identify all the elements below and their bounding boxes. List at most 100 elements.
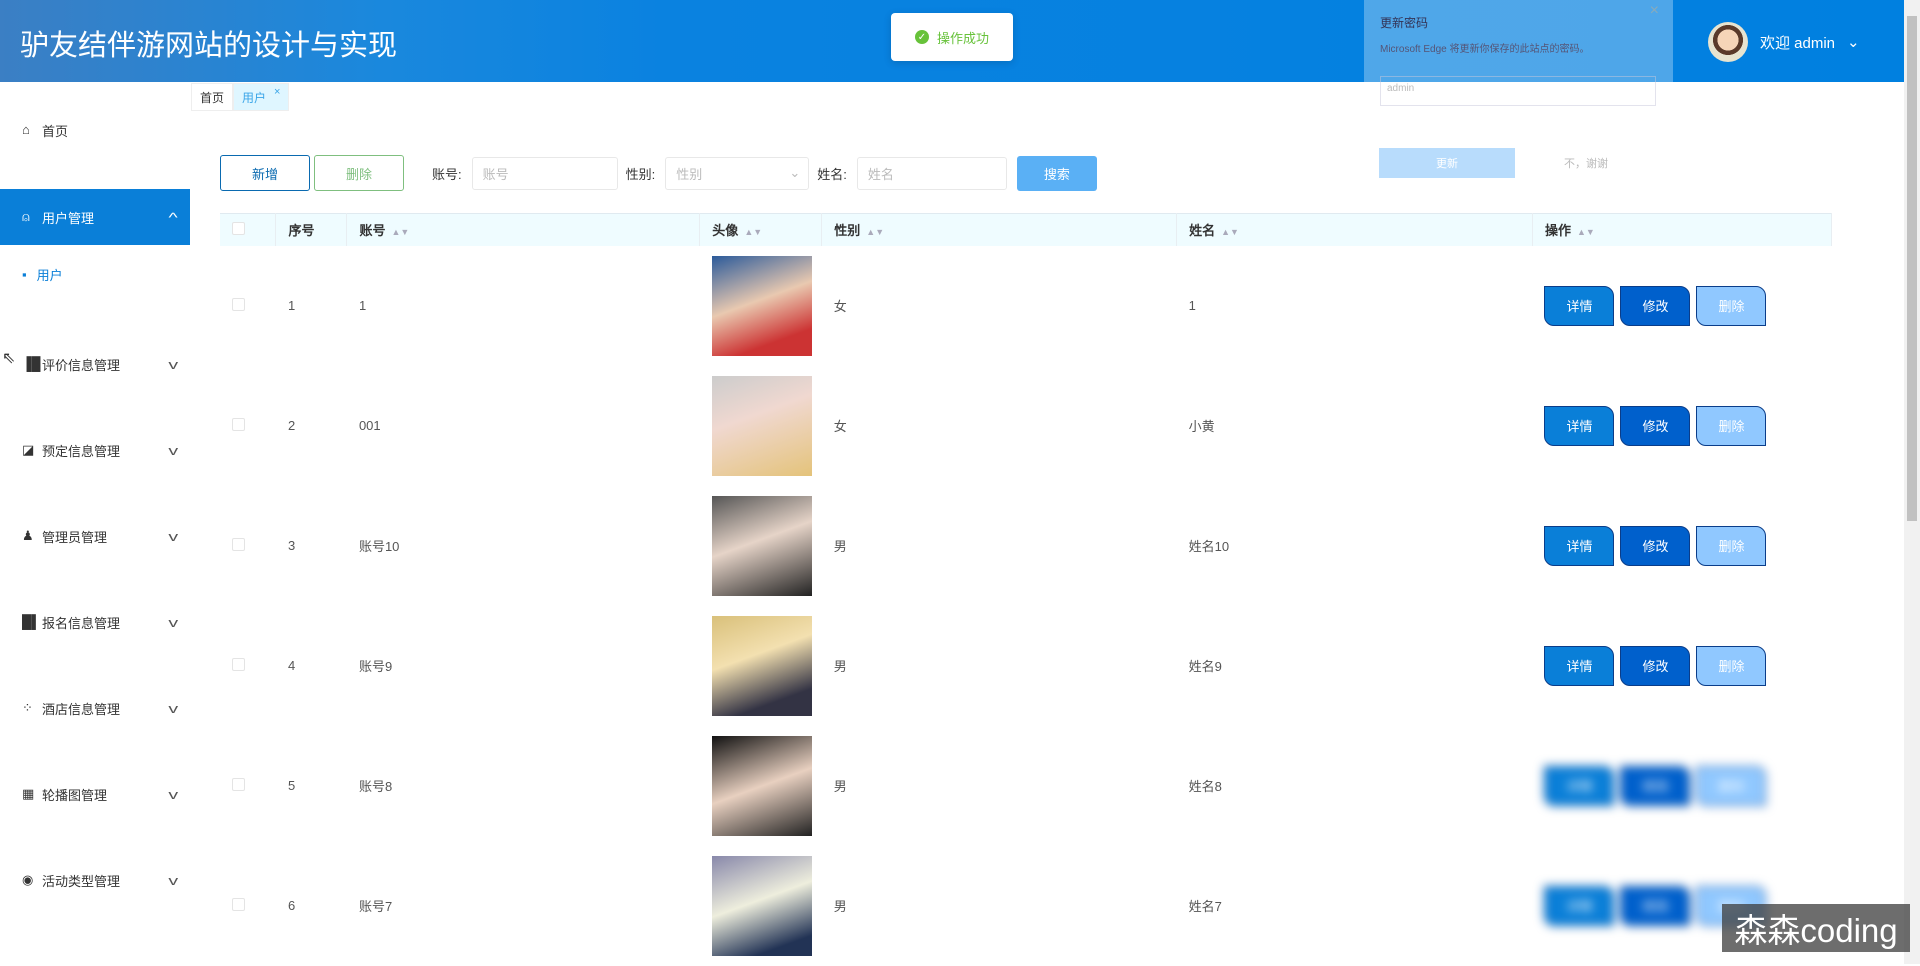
- col-name[interactable]: 姓名 ▲▼: [1176, 213, 1533, 246]
- toolbar: 新增 删除 账号: 账号 性别: 性别 ⌄ 姓名: 姓名 搜索: [220, 155, 1097, 191]
- success-toast: ✓ 操作成功: [891, 13, 1013, 61]
- col-account[interactable]: 账号 ▲▼: [346, 213, 701, 246]
- checkbox[interactable]: [232, 657, 245, 671]
- label: 轮播图管理: [42, 787, 108, 803]
- cell-avatar: [700, 726, 822, 846]
- row-select[interactable]: [220, 606, 276, 726]
- add-button[interactable]: 新增: [220, 155, 310, 191]
- sort-icon[interactable]: ▲▼: [866, 227, 884, 237]
- name-input[interactable]: 姓名: [856, 156, 1007, 190]
- chevron-down-icon: v: [167, 356, 178, 372]
- chevron-down-icon: v: [167, 872, 178, 888]
- checkbox[interactable]: [232, 777, 245, 791]
- popup-username[interactable]: admin: [1380, 76, 1656, 106]
- row-select[interactable]: [220, 726, 276, 846]
- delete-button[interactable]: 删除: [314, 155, 404, 191]
- sidebar-item-activity-type[interactable]: ◉ 活动类型管理 v: [0, 870, 190, 890]
- watermark: 森森coding: [1722, 904, 1910, 952]
- col-avatar[interactable]: 头像 ▲▼: [699, 213, 823, 246]
- detail-button[interactable]: 详情: [1544, 285, 1615, 326]
- checkbox[interactable]: [232, 897, 245, 911]
- image-icon: ◪: [22, 442, 35, 457]
- col-actions[interactable]: 操作 ▲▼: [1532, 213, 1833, 246]
- label: 预定信息管理: [42, 443, 121, 459]
- detail-button[interactable]: 详情: [1544, 885, 1615, 926]
- sidebar-item-home[interactable]: ⌂ 首页: [0, 120, 190, 140]
- edit-button[interactable]: 修改: [1620, 405, 1691, 446]
- sort-icon[interactable]: ▲▼: [1577, 227, 1595, 237]
- chevron-down-icon: v: [167, 786, 178, 802]
- sidebar-item-admin[interactable]: ♟ 管理员管理 v: [0, 526, 190, 546]
- apps-icon: ⁘: [22, 700, 33, 715]
- col-no: 序号: [275, 213, 348, 246]
- user-table: 序号 账号 ▲▼ 头像 ▲▼ 性别 ▲▼ 姓名 ▲▼ 操作 ▲▼ 1 1 女 1 详情 修…: [220, 213, 1833, 966]
- cell-gender: 男: [833, 539, 847, 554]
- row-delete-button[interactable]: 删除: [1696, 405, 1767, 446]
- close-icon[interactable]: ×: [274, 86, 280, 98]
- detail-button[interactable]: 详情: [1544, 765, 1615, 806]
- close-icon[interactable]: ×: [1650, 2, 1659, 20]
- checkbox[interactable]: [232, 537, 245, 551]
- edit-button[interactable]: 修改: [1620, 525, 1691, 566]
- tab-user[interactable]: 用户 ×: [233, 83, 290, 111]
- label: 活动类型管理: [42, 873, 121, 889]
- row-delete-button[interactable]: 删除: [1696, 525, 1767, 566]
- row-delete-button[interactable]: 删除: [1696, 285, 1767, 326]
- name-label: 姓名:: [817, 166, 847, 182]
- cell-account: 账号9: [358, 659, 393, 674]
- label: 管理员管理: [42, 529, 108, 545]
- tab-home[interactable]: 首页: [191, 83, 234, 111]
- checkbox[interactable]: [232, 221, 245, 235]
- checkbox[interactable]: [232, 297, 245, 311]
- detail-button[interactable]: 详情: [1544, 645, 1615, 686]
- sidebar-item-user-mgmt[interactable]: ⍝ 用户管理 ^: [0, 189, 190, 245]
- placeholder: 性别: [676, 166, 703, 182]
- label: 操作: [1544, 223, 1571, 239]
- scrollbar-thumb[interactable]: [1907, 16, 1917, 521]
- sort-icon[interactable]: ▲▼: [391, 227, 409, 237]
- label: 姓名: [1189, 223, 1216, 239]
- col-gender[interactable]: 性别 ▲▼: [821, 213, 1178, 246]
- row-select[interactable]: [220, 486, 276, 606]
- account-input[interactable]: 账号: [471, 156, 618, 190]
- sort-icon[interactable]: ▲▼: [1221, 227, 1239, 237]
- person-icon: ♟: [22, 528, 34, 543]
- sidebar-item-signup[interactable]: █▌ 报名信息管理 v: [0, 612, 190, 632]
- popup-update-button[interactable]: 更新: [1379, 148, 1515, 178]
- cell-name: 姓名9: [1188, 659, 1222, 674]
- edit-button[interactable]: 修改: [1620, 285, 1691, 326]
- account-label: 账号:: [432, 166, 462, 182]
- cell-name: 小黄: [1188, 419, 1215, 434]
- sort-icon[interactable]: ▲▼: [744, 227, 762, 237]
- detail-button[interactable]: 详情: [1544, 525, 1615, 566]
- user-menu[interactable]: 欢迎 admin ⌄: [1708, 22, 1860, 62]
- label: 序号: [288, 223, 315, 239]
- row-select[interactable]: [220, 846, 276, 966]
- gender-select[interactable]: 性别 ⌄: [665, 156, 810, 190]
- row-select[interactable]: [220, 246, 276, 366]
- detail-button[interactable]: 详情: [1544, 405, 1615, 446]
- cell-name: 姓名8: [1188, 779, 1222, 794]
- popup-no-thanks-button[interactable]: 不，谢谢: [1564, 155, 1608, 171]
- sidebar-item-user[interactable]: ▪ 用户: [0, 264, 190, 284]
- sidebar-item-hotel[interactable]: ⁘ 酒店信息管理 v: [0, 698, 190, 718]
- cell-gender: 男: [833, 899, 847, 914]
- cell-name: 姓名10: [1188, 539, 1230, 554]
- edit-button[interactable]: 修改: [1620, 765, 1691, 806]
- sidebar-item-booking[interactable]: ◪ 预定信息管理 v: [0, 440, 190, 460]
- cell-actions: 详情 修改 删除: [1532, 726, 1831, 846]
- row-delete-button[interactable]: 删除: [1696, 645, 1767, 686]
- edit-button[interactable]: 修改: [1620, 645, 1691, 686]
- cell-account: 1: [358, 298, 367, 313]
- select-all[interactable]: [220, 213, 277, 246]
- sidebar-item-review[interactable]: ▐█ 评价信息管理 v: [0, 354, 190, 374]
- scrollbar[interactable]: [1904, 0, 1920, 964]
- row-delete-button[interactable]: 删除: [1696, 765, 1767, 806]
- cell-avatar: [700, 486, 822, 606]
- row-select[interactable]: [220, 366, 276, 486]
- search-button[interactable]: 搜索: [1016, 155, 1097, 191]
- chevron-down-icon: v: [167, 528, 178, 544]
- sidebar-item-carousel[interactable]: ▦ 轮播图管理 v: [0, 784, 190, 804]
- edit-button[interactable]: 修改: [1620, 885, 1691, 926]
- checkbox[interactable]: [232, 417, 245, 431]
